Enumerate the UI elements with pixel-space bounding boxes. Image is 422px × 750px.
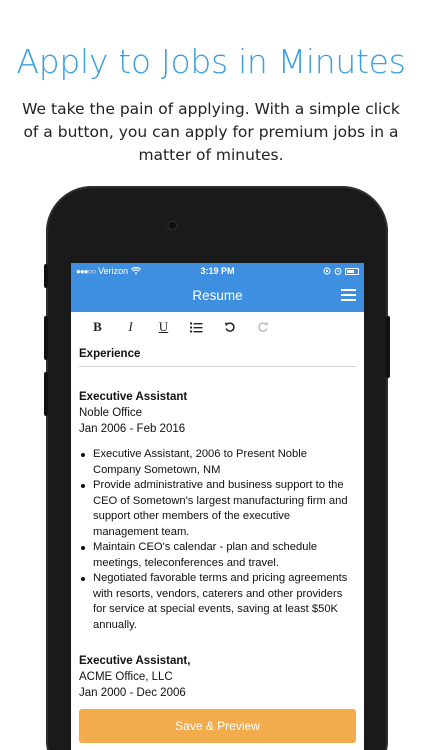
headline: Apply to Jobs in Minutes [16,42,406,81]
battery-icon [345,267,359,275]
format-toolbar: B I U [71,312,364,342]
undo-icon [224,322,235,332]
phone-volume-up [44,316,48,360]
job-entry: Executive Assistant, ACME Office, LLC Ja… [79,653,356,701]
status-bar: ●●●○○ Verizon 3:19 PM [71,263,364,279]
nav-title: Resume [192,288,243,303]
job-bullet: Maintain CEO's calendar - plan and sched… [79,540,356,571]
bullet-list-icon [190,322,203,332]
job-title: Executive Assistant, [79,655,191,667]
bullet-list-button[interactable] [180,315,213,339]
job-bullets: Executive Assistant, 2006 to Present Nob… [79,447,356,633]
redo-icon [257,322,268,332]
rotation-lock-icon [323,267,331,275]
phone-mute-switch [44,264,48,288]
phone-screen: ●●●○○ Verizon 3:19 PM Resume B I U Exper… [71,263,364,750]
job-company: Noble Office [79,407,143,419]
wifi-icon [131,267,142,275]
job-bullet: Executive Assistant, 2006 to Present Nob… [79,447,356,478]
job-bullet: Provide administrative and business supp… [79,478,356,540]
phone-camera [167,220,178,231]
phone-volume-down [44,372,48,416]
signal-icon: ●●●○○ [76,266,96,276]
nav-bar: Resume [71,279,364,312]
italic-button[interactable]: I [114,315,147,339]
carrier-label: Verizon [98,266,129,276]
job-company: ACME Office, LLC [79,671,173,683]
save-preview-button[interactable]: Save & Preview [79,709,356,743]
resume-editor[interactable]: Executive Assistant Noble Office Jan 200… [71,389,364,701]
alarm-icon [334,267,342,275]
undo-button[interactable] [213,315,246,339]
job-title: Executive Assistant [79,391,188,403]
bold-button[interactable]: B [81,315,114,339]
hamburger-menu-icon[interactable] [341,289,356,301]
subtext: We take the pain of applying. With a sim… [22,100,400,164]
job-bullet: Negotiated favorable terms and pricing a… [79,571,356,633]
job-entry: Executive Assistant Noble Office Jan 200… [79,389,356,633]
redo-button[interactable] [246,315,279,339]
phone-power-button [386,316,390,378]
section-title: Experience [79,348,356,367]
underline-button[interactable]: U [147,315,180,339]
job-dates: Jan 2000 - Dec 2006 [79,687,186,699]
job-dates: Jan 2006 - Feb 2016 [79,423,186,435]
